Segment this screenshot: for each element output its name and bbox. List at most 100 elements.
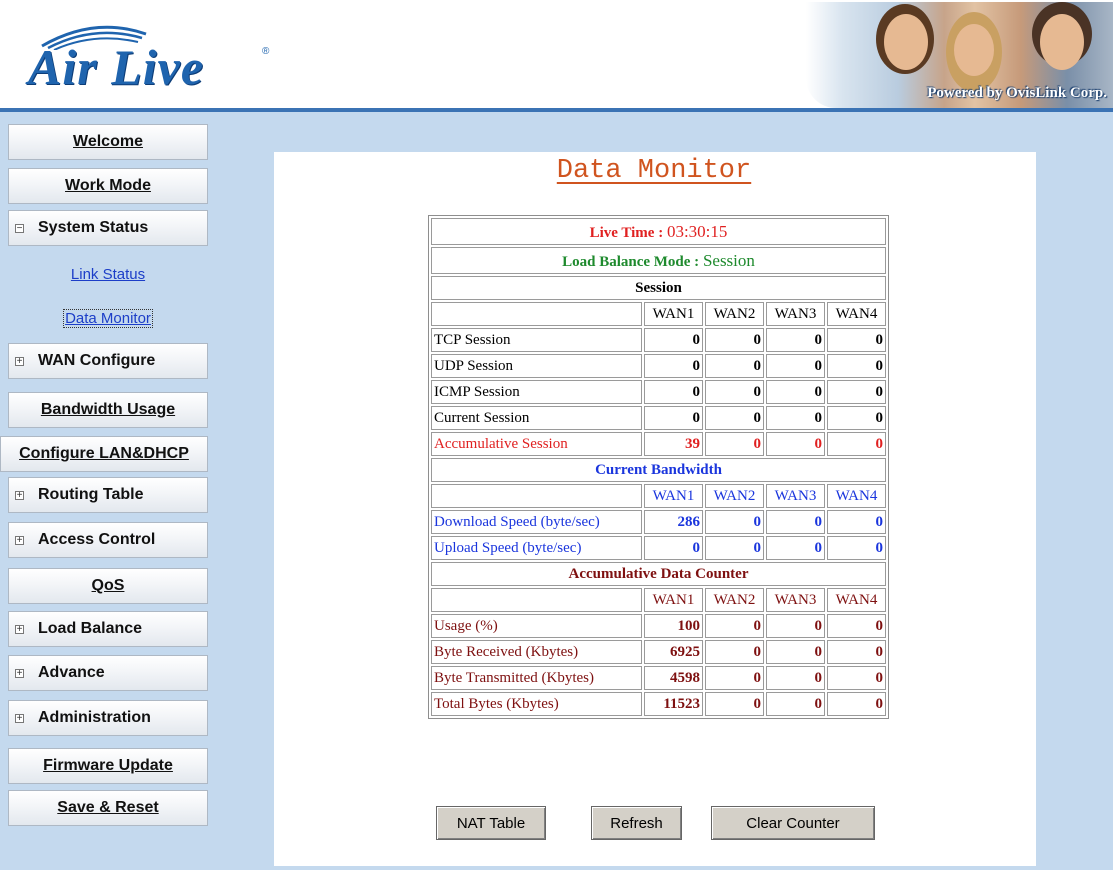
section-header: Accumulative Data Counter xyxy=(431,562,886,586)
nav-label: WAN Configure xyxy=(38,352,156,369)
cell-value: 0 xyxy=(827,666,886,690)
cell-value: 0 xyxy=(644,328,703,352)
expand-icon[interactable]: + xyxy=(15,356,24,366)
nav-bandwidth-usage[interactable]: Bandwidth Usage xyxy=(8,392,208,428)
nav-work-mode[interactable]: Work Mode xyxy=(8,168,208,204)
nav-advance[interactable]: + Advance xyxy=(8,655,208,691)
page-title: Data Monitor xyxy=(556,156,752,186)
cell-value: 0 xyxy=(766,640,825,664)
airlive-logo: Air Live ® xyxy=(28,20,278,110)
session-heading: Session xyxy=(431,276,886,300)
cell-value: 0 xyxy=(644,380,703,404)
nav-label: Configure LAN&DHCP xyxy=(19,445,189,462)
cell-value: 0 xyxy=(705,614,764,638)
live-time-value: 03:30:15 xyxy=(666,221,728,241)
cell-value: 0 xyxy=(827,510,886,534)
cell-value: 0 xyxy=(705,432,764,456)
nav-label: Welcome xyxy=(73,133,143,150)
cell-value: 0 xyxy=(766,536,825,560)
wan-header: WAN4 xyxy=(827,588,886,612)
refresh-button[interactable]: Refresh xyxy=(591,806,682,840)
table-row: Byte Transmitted (Kbytes) 4598 0 0 0 xyxy=(431,666,886,690)
header-banner: Air Live ® Powered by OvisLink Corp. xyxy=(0,0,1113,112)
lb-mode-label: Load Balance Mode : xyxy=(562,253,700,270)
nav-label: Firmware Update xyxy=(43,757,173,774)
nav-label: QoS xyxy=(91,577,125,594)
cell-value: 0 xyxy=(766,354,825,378)
cell-value: 0 xyxy=(705,380,764,404)
row-label: Upload Speed (byte/sec) xyxy=(431,536,642,560)
table-row: Upload Speed (byte/sec) 0 0 0 0 xyxy=(431,536,886,560)
wan-header: WAN1 xyxy=(644,302,703,326)
cell-value: 4598 xyxy=(644,666,703,690)
cell-value: 11523 xyxy=(644,692,703,716)
nav-label: Load Balance xyxy=(38,620,143,637)
table-row: Accumulative Session 39 0 0 0 xyxy=(431,432,886,456)
nav-routing-table[interactable]: + Routing Table xyxy=(8,477,208,513)
cell-value: 0 xyxy=(827,614,886,638)
row-label: UDP Session xyxy=(431,354,642,378)
cell-value: 0 xyxy=(766,510,825,534)
nat-table-button[interactable]: NAT Table xyxy=(436,806,546,840)
row-label: Current Session xyxy=(431,406,642,430)
cell-value: 0 xyxy=(766,666,825,690)
cell-value: 0 xyxy=(644,354,703,378)
row-label: Usage (%) xyxy=(431,614,642,638)
cell-value: 39 xyxy=(644,432,703,456)
row-label: ICMP Session xyxy=(431,380,642,404)
live-time-row: Live Time : 03:30:15 xyxy=(431,218,886,245)
row-label: Download Speed (byte/sec) xyxy=(431,510,642,534)
nav-system-status[interactable]: − System Status xyxy=(8,210,208,246)
cell-value: 0 xyxy=(705,536,764,560)
cell-value: 0 xyxy=(705,354,764,378)
cell-value: 0 xyxy=(766,432,825,456)
cell-value: 6925 xyxy=(644,640,703,664)
nav-save-reset[interactable]: Save & Reset xyxy=(8,790,208,826)
nav-configure-lan-dhcp[interactable]: Configure LAN&DHCP xyxy=(0,436,208,472)
cell-value: 0 xyxy=(827,406,886,430)
expand-icon[interactable]: + xyxy=(15,713,24,723)
nav-sub-link-status[interactable]: Link Status xyxy=(8,266,208,283)
cell-value: 0 xyxy=(705,406,764,430)
cell-value: 0 xyxy=(705,510,764,534)
wan-header: WAN4 xyxy=(827,302,886,326)
row-label: TCP Session xyxy=(431,328,642,352)
cell-value: 0 xyxy=(705,666,764,690)
cell-value: 100 xyxy=(644,614,703,638)
nav-sub-label: Data Monitor xyxy=(63,309,153,328)
cell-value: 286 xyxy=(644,510,703,534)
nav-load-balance[interactable]: + Load Balance xyxy=(8,611,208,647)
cell-value: 0 xyxy=(827,354,886,378)
table-row: TCP Session 0 0 0 0 xyxy=(431,328,886,352)
cell-value: 0 xyxy=(705,640,764,664)
collapse-icon[interactable]: − xyxy=(15,223,24,233)
nav-label: Access Control xyxy=(38,531,156,548)
clear-counter-button[interactable]: Clear Counter xyxy=(711,806,875,840)
nav-label: Save & Reset xyxy=(57,799,159,816)
cell-value: 0 xyxy=(827,432,886,456)
nav-label: Bandwidth Usage xyxy=(40,401,176,418)
nav-sub-data-monitor[interactable]: Data Monitor xyxy=(8,309,208,328)
nav-firmware-update[interactable]: Firmware Update xyxy=(8,748,208,784)
row-label: Byte Transmitted (Kbytes) xyxy=(431,666,642,690)
wan-header-row: WAN1 WAN2 WAN3 WAN4 xyxy=(431,588,886,612)
table-row: Download Speed (byte/sec) 286 0 0 0 xyxy=(431,510,886,534)
lb-mode-value: Session xyxy=(702,250,755,270)
nav-label: Work Mode xyxy=(65,177,151,194)
expand-icon[interactable]: + xyxy=(15,668,24,678)
wan-header-row: WAN1 WAN2 WAN3 WAN4 xyxy=(431,302,886,326)
header-photo: Powered by OvisLink Corp. xyxy=(806,2,1113,108)
nav-access-control[interactable]: + Access Control xyxy=(8,522,208,558)
wan-header: WAN1 xyxy=(644,588,703,612)
table-row: ICMP Session 0 0 0 0 xyxy=(431,380,886,404)
nav-qos[interactable]: QoS xyxy=(8,568,208,604)
nav-wan-configure[interactable]: + WAN Configure xyxy=(8,343,208,379)
expand-icon[interactable]: + xyxy=(15,535,24,545)
wan-header: WAN2 xyxy=(705,484,764,508)
expand-icon[interactable]: + xyxy=(15,490,24,500)
nav-label: System Status xyxy=(38,219,149,236)
expand-icon[interactable]: + xyxy=(15,624,24,634)
wan-header-row: WAN1 WAN2 WAN3 WAN4 xyxy=(431,484,886,508)
nav-welcome[interactable]: Welcome xyxy=(8,124,208,160)
nav-administration[interactable]: + Administration xyxy=(8,700,208,736)
